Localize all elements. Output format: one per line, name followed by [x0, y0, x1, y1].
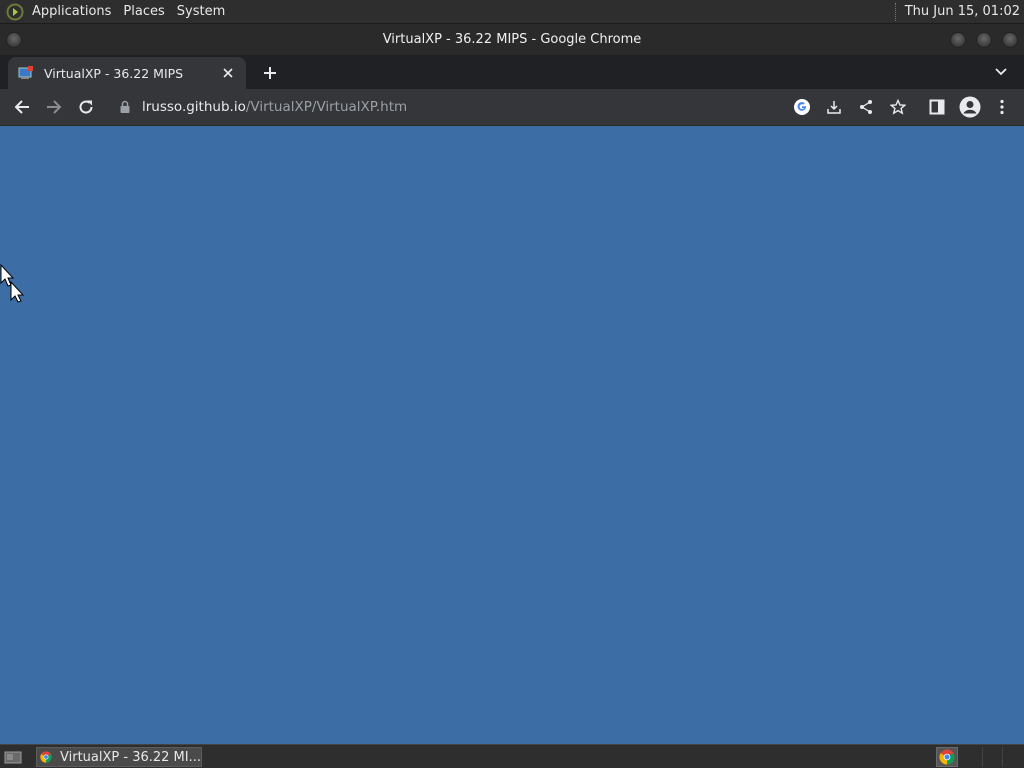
- reload-icon: [79, 100, 93, 114]
- reload-button[interactable]: [72, 93, 100, 121]
- tab-search-button[interactable]: [990, 61, 1012, 83]
- plus-icon: [264, 67, 276, 79]
- lock-icon[interactable]: [118, 100, 132, 114]
- top-panel: Applications Places System Thu Jun 15, 0…: [0, 0, 1024, 24]
- taskbar-window-label: VirtualXP - 36.22 MI...: [60, 749, 201, 765]
- bottom-taskbar: VirtualXP - 36.22 MI...: [0, 744, 1024, 768]
- menu-system[interactable]: System: [171, 0, 231, 24]
- side-panel-button[interactable]: [923, 93, 951, 121]
- forward-button[interactable]: [40, 93, 68, 121]
- chrome-menu-button[interactable]: [988, 93, 1016, 121]
- tray-separator: [1002, 747, 1003, 767]
- panel-clock[interactable]: Thu Jun 15, 01:02: [905, 4, 1024, 19]
- share-button[interactable]: [852, 93, 880, 121]
- tray-chrome-button[interactable]: [936, 747, 958, 767]
- side-panel-icon: [929, 99, 945, 115]
- url-host: lrusso.github.io: [142, 99, 246, 115]
- back-button[interactable]: [8, 93, 36, 121]
- maximize-button[interactable]: [976, 32, 992, 48]
- tab-strip: VirtualXP - 36.22 MIPS: [0, 55, 1024, 89]
- show-desktop-icon: [4, 751, 22, 763]
- window-titlebar[interactable]: VirtualXP - 36.22 MIPS - Google Chrome: [0, 24, 1024, 55]
- share-icon: [860, 100, 872, 114]
- menu-places[interactable]: Places: [117, 0, 170, 24]
- tab-virtualxp[interactable]: VirtualXP - 36.22 MIPS: [8, 57, 246, 89]
- page-content[interactable]: [0, 126, 1024, 744]
- panel-separator: [894, 2, 899, 21]
- chrome-icon: [40, 751, 52, 763]
- profile-button[interactable]: [956, 93, 984, 121]
- arrow-right-icon: [47, 100, 62, 114]
- chrome-icon: [939, 749, 955, 765]
- avatar-icon: [959, 96, 981, 118]
- tab-title: VirtualXP - 36.22 MIPS: [44, 65, 184, 81]
- show-desktop-button[interactable]: [2, 748, 24, 766]
- virtualxp-favicon-icon: [18, 66, 33, 79]
- bookmark-button[interactable]: [884, 93, 912, 121]
- browser-toolbar: lrusso.github.io/VirtualXP/VirtualXP.htm: [0, 89, 1024, 125]
- minimize-button[interactable]: [950, 32, 966, 48]
- tray-separator: [982, 747, 983, 767]
- kebab-menu-icon: [1000, 99, 1004, 115]
- google-g-icon: [794, 99, 810, 115]
- google-lens-button[interactable]: [788, 93, 816, 121]
- star-icon: [890, 99, 906, 115]
- mouse-cursor-icon: [0, 264, 24, 303]
- close-window-button[interactable]: [1002, 32, 1018, 48]
- window-menu-icon[interactable]: [6, 32, 22, 48]
- arrow-left-icon: [14, 100, 29, 114]
- menu-applications[interactable]: Applications: [26, 0, 117, 24]
- install-app-button[interactable]: [820, 93, 848, 121]
- taskbar-window-button[interactable]: VirtualXP - 36.22 MI...: [36, 747, 202, 767]
- new-tab-button[interactable]: [258, 61, 282, 85]
- distro-logo-icon[interactable]: [4, 1, 26, 23]
- install-icon: [827, 101, 841, 114]
- window-title: VirtualXP - 36.22 MIPS - Google Chrome: [382, 32, 642, 47]
- chevron-down-icon: [995, 68, 1007, 76]
- url-path: /VirtualXP/VirtualXP.htm: [245, 99, 408, 115]
- tab-close-icon[interactable]: [220, 65, 236, 81]
